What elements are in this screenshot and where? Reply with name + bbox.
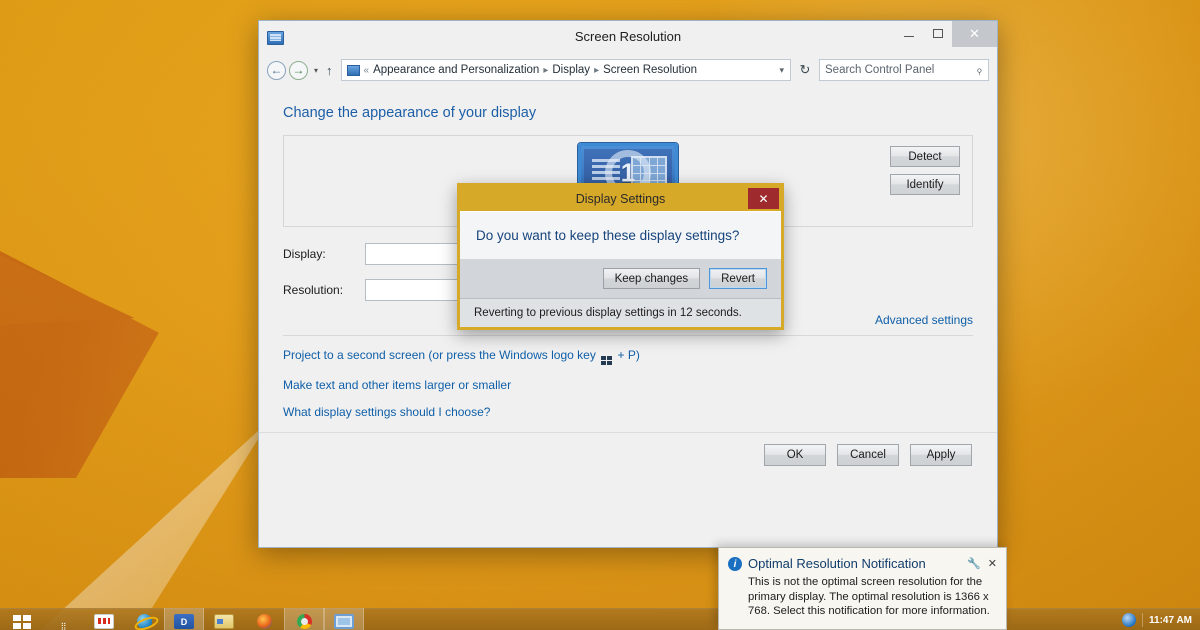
dialog-button-row: Keep changes Revert	[460, 259, 781, 299]
toast-options-icon[interactable]: 🔧	[967, 557, 981, 570]
system-tray: 11:47 AM	[1122, 608, 1200, 630]
optimal-resolution-notification[interactable]: i Optimal Resolution Notification 🔧 ✕ Th…	[718, 547, 1007, 630]
advanced-settings-link[interactable]: Advanced settings	[875, 313, 973, 327]
notification-actions: 🔧 ✕	[967, 555, 997, 570]
windows-start-icon	[13, 615, 31, 629]
taskbar-explorer-button[interactable]	[204, 608, 244, 630]
breadcrumb-separator-icon-2: ▸	[594, 64, 600, 76]
window-titlebar[interactable]: Screen Resolution ✕	[259, 20, 997, 53]
notification-body: This is not the optimal screen resolutio…	[748, 576, 990, 617]
project-hint-text: (or press the Windows logo key	[425, 348, 600, 362]
window-title: Screen Resolution	[574, 29, 682, 44]
taskbar-clock[interactable]: 11:47 AM	[1149, 615, 1192, 627]
search-box[interactable]: ⌕	[819, 59, 989, 81]
make-text-larger-link[interactable]: Make text and other items larger or smal…	[283, 378, 511, 392]
address-bar: ← → ▾ ↑ « Appearance and Personalization…	[259, 53, 997, 87]
taskbar-ie-button[interactable]	[124, 608, 164, 630]
search-icon: ⌕	[971, 62, 987, 77]
breadcrumb-item-display[interactable]: Display	[552, 64, 590, 76]
refresh-button[interactable]: ↻	[794, 59, 816, 81]
chrome-icon	[296, 614, 312, 629]
display-settings-dialog: Display Settings ✕ Do you want to keep t…	[457, 183, 784, 330]
breadcrumb-overflow-icon[interactable]: «	[364, 65, 370, 76]
resolution-label: Resolution:	[283, 283, 344, 297]
notification-header: i Optimal Resolution Notification 🔧 ✕	[728, 555, 997, 572]
dialog-title: Display Settings	[575, 191, 666, 206]
taskbar-store-button[interactable]	[84, 608, 124, 630]
detect-button[interactable]: Detect	[890, 146, 960, 167]
screen-resolution-icon	[334, 614, 354, 629]
windows-logo-key-icon	[601, 356, 613, 365]
taskbar-word-button[interactable]	[164, 608, 204, 630]
taskbar: ⣿ 11:47 AM	[0, 608, 1200, 630]
monitor-side-buttons: Detect Identify	[890, 146, 960, 195]
project-second-screen-row: Project to a second screen (or press the…	[283, 348, 973, 365]
breadcrumb[interactable]: « Appearance and Personalization ▸ Displ…	[340, 59, 791, 81]
revert-button[interactable]: Revert	[709, 268, 767, 289]
firefox-icon	[256, 614, 272, 629]
file-explorer-icon	[214, 614, 234, 629]
dialog-footer: OK Cancel Apply	[259, 432, 997, 476]
apply-button[interactable]: Apply	[910, 443, 972, 466]
apps-view-button[interactable]: ⣿	[44, 608, 84, 630]
forward-button[interactable]: →	[289, 60, 308, 80]
page-title: Change the appearance of your display	[283, 105, 537, 121]
what-display-settings-row: What display settings should I choose?	[283, 405, 973, 419]
breadcrumb-separator-icon: ▸	[543, 64, 549, 76]
window-empty-area	[259, 476, 997, 547]
taskbar-screen-resolution-button[interactable]	[324, 608, 364, 630]
dialog-close-button[interactable]: ✕	[748, 188, 779, 209]
ok-button[interactable]: OK	[764, 443, 826, 466]
info-icon: i	[728, 557, 742, 571]
up-button[interactable]: ↑	[324, 63, 338, 78]
display-label: Display:	[283, 247, 326, 261]
dialog-question: Do you want to keep these display settin…	[476, 228, 740, 243]
notification-title: Optimal Resolution Notification	[748, 556, 926, 571]
dialog-body: Do you want to keep these display settin…	[460, 211, 781, 259]
word-icon	[174, 614, 194, 629]
tray-divider	[1142, 613, 1144, 627]
project-hint-suffix: + P)	[614, 348, 640, 362]
breadcrumb-item-screen-resolution[interactable]: Screen Resolution	[603, 64, 697, 76]
apps-grid-icon: ⣿	[60, 622, 68, 630]
dialog-status-text: Reverting to previous display settings i…	[460, 299, 781, 327]
keep-changes-button[interactable]: Keep changes	[602, 268, 701, 289]
divider	[283, 335, 973, 336]
store-icon	[94, 614, 114, 629]
start-button[interactable]	[0, 608, 44, 630]
internet-explorer-icon	[136, 614, 152, 629]
what-display-settings-link[interactable]: What display settings should I choose?	[283, 405, 490, 419]
project-to-second-screen-link[interactable]: Project to a second screen	[283, 348, 425, 362]
recent-locations-dropdown[interactable]: ▾	[311, 66, 321, 75]
toast-close-icon[interactable]: ✕	[988, 557, 997, 570]
make-text-larger-row: Make text and other items larger or smal…	[283, 378, 973, 392]
close-icon: ✕	[758, 191, 769, 206]
taskbar-firefox-button[interactable]	[244, 608, 284, 630]
breadcrumb-display-icon	[346, 64, 360, 76]
dialog-titlebar[interactable]: Display Settings ✕	[460, 186, 781, 211]
back-button[interactable]: ←	[267, 60, 286, 80]
cancel-button[interactable]: Cancel	[837, 443, 899, 466]
identify-button[interactable]: Identify	[890, 174, 960, 195]
taskbar-chrome-button[interactable]	[284, 608, 324, 630]
breadcrumb-item-appearance[interactable]: Appearance and Personalization	[373, 64, 539, 76]
tray-action-center-icon[interactable]	[1122, 613, 1137, 627]
taskbar-buttons: ⣿	[0, 608, 364, 630]
search-input[interactable]	[825, 64, 973, 76]
breadcrumb-dropdown-icon[interactable]: ▾	[779, 65, 786, 76]
